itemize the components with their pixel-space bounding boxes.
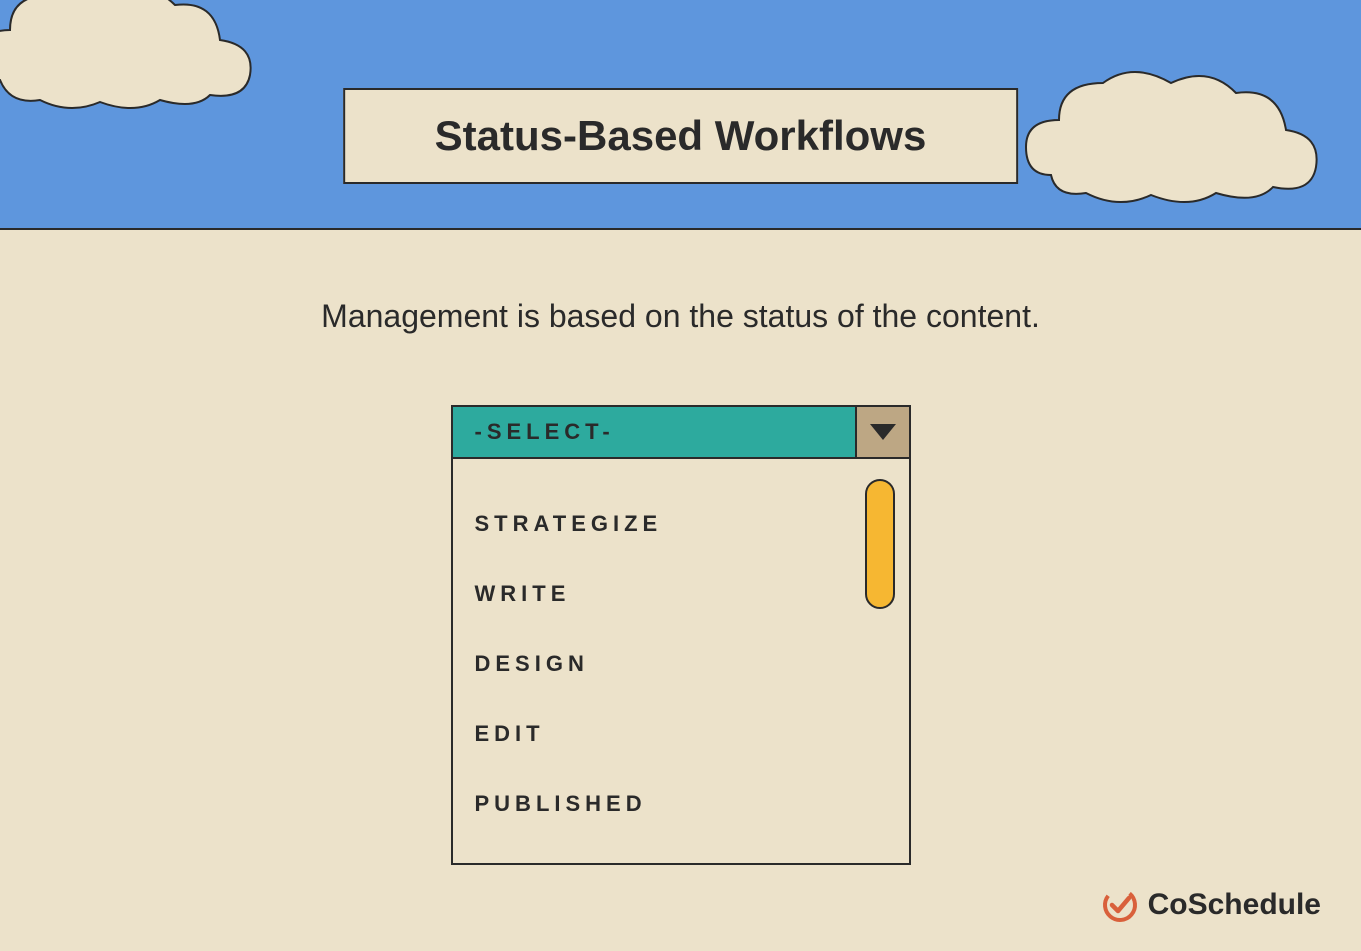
page-title: Status-Based Workflows [343,88,1019,184]
description-text: Management is based on the status of the… [0,298,1361,335]
cloud-icon [1011,55,1331,215]
chevron-down-icon[interactable] [855,407,909,457]
dropdown-list: STRATEGIZE WRITE DESIGN EDIT PUBLISHED [453,459,909,863]
dropdown-header[interactable]: -SELECT- [453,407,909,459]
dropdown-option[interactable]: PUBLISHED [475,769,887,839]
cloud-icon [0,0,270,120]
dropdown-option[interactable]: STRATEGIZE [475,489,887,559]
scrollbar-thumb[interactable] [865,479,895,609]
sky-header: Status-Based Workflows [0,0,1361,230]
status-dropdown[interactable]: -SELECT- STRATEGIZE WRITE DESIGN EDIT PU… [451,405,911,865]
brand-name: CoSchedule [1148,888,1321,922]
brand-logo: CoSchedule [1102,887,1321,923]
dropdown-option[interactable]: DESIGN [475,629,887,699]
dropdown-option[interactable]: EDIT [475,699,887,769]
dropdown-selected-value: -SELECT- [453,407,855,457]
check-circle-icon [1102,887,1138,923]
dropdown-option[interactable]: WRITE [475,559,887,629]
